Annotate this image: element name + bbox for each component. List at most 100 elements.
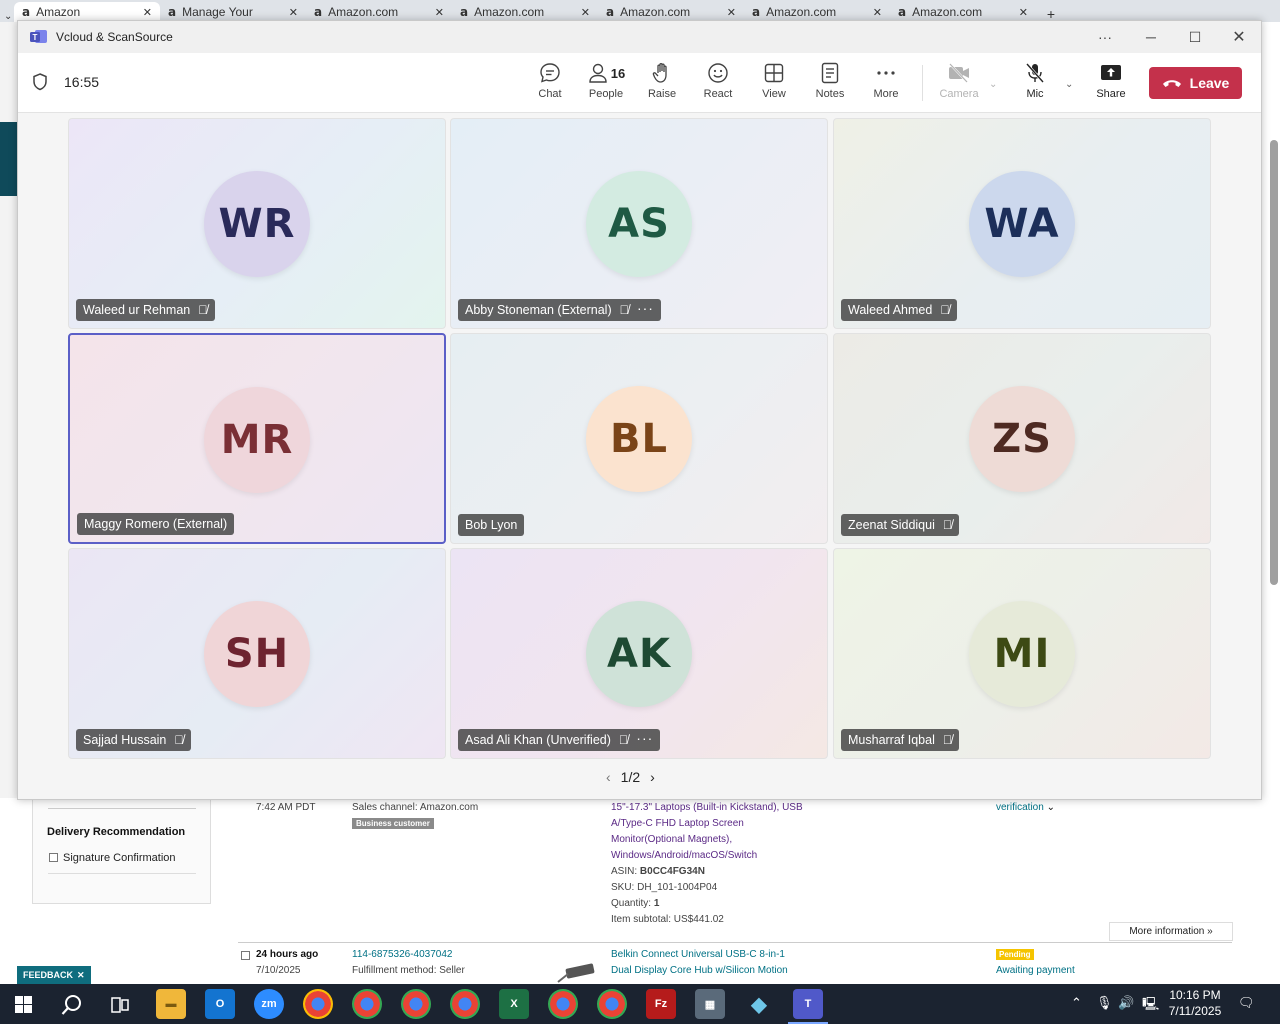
teams-logo-icon: T (30, 30, 47, 43)
product-title-line[interactable]: Dual Display Core Hub w/Silicon Motion (611, 965, 788, 976)
file-explorer-icon[interactable]: ▬ (156, 989, 186, 1019)
order-id-link[interactable]: 114-6875326-4037042 (352, 949, 452, 960)
tab-search-icon[interactable]: ⌄ (0, 11, 14, 22)
share-button[interactable]: Share (1086, 60, 1136, 100)
participant-tile[interactable]: AS Abby Stoneman (External) 🎙̸ ··· (450, 118, 828, 329)
participant-tile[interactable]: MI Musharraf Iqbal 🎙̸ (833, 548, 1211, 759)
camera-button[interactable]: Camera (934, 60, 984, 100)
signature-confirmation-checkbox[interactable] (49, 853, 58, 862)
chevron-up-icon[interactable]: ⌃ (1071, 995, 1082, 1011)
filezilla-icon[interactable]: Fz (646, 989, 676, 1019)
view-button[interactable]: View (749, 60, 799, 100)
participant-name-tag: Abby Stoneman (External) 🎙̸ ··· (458, 299, 661, 321)
participant-name-tag: Sajjad Hussain 🎙̸ (76, 729, 191, 751)
chrome-icon[interactable] (401, 989, 431, 1019)
more-actions-button[interactable]: More (861, 60, 911, 100)
close-icon[interactable]: ✕ (873, 6, 882, 19)
divider (48, 873, 196, 874)
network-icon[interactable]: 🖳 (1142, 995, 1159, 1017)
participant-tile[interactable]: AK Asad Ali Khan (Unverified) 🎙̸ ··· (450, 548, 828, 759)
chat-button[interactable]: Chat (525, 60, 575, 100)
title-bar: T Vcloud & ScanSource ··· ─ ☐ ✕ (18, 21, 1261, 53)
browser-tab[interactable]: a Amazon.com ✕ (744, 2, 890, 22)
browser-tab[interactable]: a Amazon ✕ (14, 2, 160, 22)
notes-button[interactable]: Notes (805, 60, 855, 100)
close-icon[interactable]: ✕ (289, 6, 298, 19)
shield-icon[interactable] (32, 73, 48, 91)
participant-tile[interactable]: BL Bob Lyon (450, 333, 828, 544)
close-icon[interactable]: ✕ (1228, 27, 1250, 47)
react-button[interactable]: React (693, 60, 743, 100)
outlook-icon[interactable]: O (205, 989, 235, 1019)
previous-page-icon[interactable]: ‹ (606, 769, 611, 785)
speaker-icon[interactable]: 🔊 (1118, 995, 1134, 1011)
participant-tile[interactable]: WA Waleed Ahmed 🎙̸ (833, 118, 1211, 329)
zoom-icon[interactable]: zm (254, 989, 284, 1019)
chrome-icon[interactable] (303, 989, 333, 1019)
chrome-icon[interactable] (450, 989, 480, 1019)
leave-button[interactable]: Leave (1149, 67, 1242, 99)
calculator-icon[interactable]: ▦ (695, 989, 725, 1019)
chrome-icon[interactable] (548, 989, 578, 1019)
app-diamond-icon[interactable]: ◆ (744, 989, 774, 1019)
quantity: Quantity: 1 (611, 898, 660, 909)
next-page-icon[interactable]: › (650, 769, 655, 785)
teams-icon[interactable]: T (793, 989, 823, 1019)
participant-tile[interactable]: ZS Zeenat Siddiqui 🎙̸ (833, 333, 1211, 544)
browser-tab[interactable]: a Amazon.com ✕ (890, 2, 1036, 22)
chrome-icon[interactable] (597, 989, 627, 1019)
close-icon[interactable]: ✕ (435, 6, 444, 19)
close-icon[interactable]: ✕ (77, 970, 85, 981)
browser-tab[interactable]: a Amazon.com ✕ (306, 2, 452, 22)
more-options-icon[interactable]: ··· (1094, 27, 1116, 47)
participant-tile[interactable]: WR Waleed ur Rehman 🎙̸ (68, 118, 446, 329)
close-icon[interactable]: ✕ (143, 6, 152, 19)
system-clock[interactable]: 10:16 PM 7/11/2025 (1164, 987, 1226, 1019)
more-options-icon[interactable]: ··· (637, 301, 654, 315)
verification-link[interactable]: verification ⌄ (996, 802, 1055, 813)
product-title-line[interactable]: Windows/Android/macOS/Switch (611, 850, 757, 861)
more-options-icon[interactable]: ··· (636, 731, 653, 745)
close-icon[interactable]: ✕ (1019, 6, 1028, 19)
close-icon[interactable]: ✕ (727, 6, 736, 19)
participant-name-tag: Bob Lyon (458, 514, 525, 536)
participant-name-tag: Maggy Romero (External) (77, 513, 235, 535)
excel-icon[interactable]: X (499, 989, 529, 1019)
notifications-icon[interactable]: 🗨 (1238, 995, 1255, 1011)
avatar: AK (586, 601, 692, 707)
scrollbar-thumb[interactable] (1270, 140, 1278, 585)
product-title-line[interactable]: A/Type-C FHD Laptop Screen (611, 818, 744, 829)
more-information-button[interactable]: More information » (1109, 922, 1233, 941)
microphone-icon[interactable]: 🎙 (1096, 995, 1113, 1011)
maximize-icon[interactable]: ☐ (1184, 27, 1206, 47)
participant-name-tag: Asad Ali Khan (Unverified) 🎙̸ ··· (458, 729, 661, 751)
mic-options-chevron-icon[interactable]: ⌄ (1065, 79, 1073, 90)
participant-tile[interactable]: SH Sajjad Hussain 🎙̸ (68, 548, 446, 759)
avatar: BL (586, 386, 692, 492)
product-title-line[interactable]: Monitor(Optional Magnets), (611, 834, 732, 845)
close-icon[interactable]: ✕ (581, 6, 590, 19)
product-thumbnail[interactable] (556, 962, 600, 984)
raise-hand-button[interactable]: Raise (637, 60, 687, 100)
page-indicator: 1/2 (620, 769, 641, 785)
product-title-line[interactable]: 15"-17.3" Laptops (Built-in Kickstand), … (611, 802, 803, 813)
task-view-icon[interactable] (110, 996, 130, 1014)
camera-options-chevron-icon[interactable]: ⌄ (989, 79, 997, 90)
people-button[interactable]: 16 People (580, 60, 632, 100)
browser-tab[interactable]: a Manage Your ✕ (160, 2, 306, 22)
minimize-icon[interactable]: ─ (1140, 27, 1162, 47)
share-screen-icon (1099, 60, 1123, 86)
order-select-checkbox[interactable] (241, 951, 250, 960)
search-icon[interactable] (61, 994, 83, 1016)
mic-button[interactable]: Mic (1010, 60, 1060, 100)
browser-tab[interactable]: a Amazon.com ✕ (598, 2, 744, 22)
participant-name-tag: Waleed ur Rehman 🎙̸ (76, 299, 215, 321)
participant-tile-speaking[interactable]: MR Maggy Romero (External) (68, 333, 446, 544)
more-horizontal-icon (874, 60, 898, 86)
browser-tab[interactable]: a Amazon.com ✕ (452, 2, 598, 22)
mic-off-icon (1023, 60, 1047, 86)
chrome-icon[interactable] (352, 989, 382, 1019)
product-title-line[interactable]: Belkin Connect Universal USB-C 8-in-1 (611, 949, 785, 960)
windows-start-icon[interactable] (15, 996, 32, 1013)
feedback-button[interactable]: FEEDBACK ✕ (17, 966, 91, 984)
